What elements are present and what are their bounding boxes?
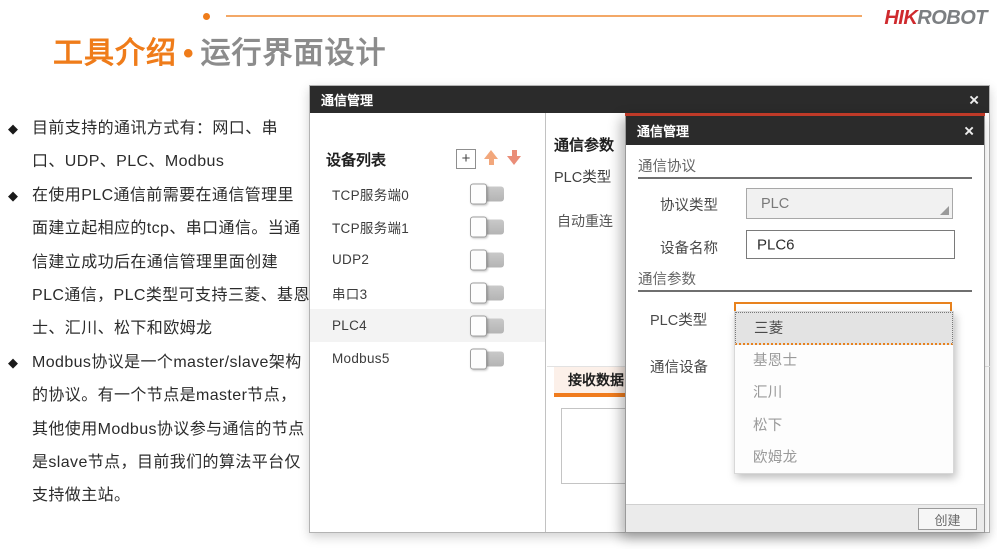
protocol-type-dropdown[interactable]: PLC [746, 188, 953, 219]
bullet-diamond-icon: ◆ [8, 112, 32, 179]
dropdown-option[interactable]: 欧姆龙 [735, 442, 953, 475]
device-label: UDP2 [310, 252, 369, 267]
move-up-icon[interactable] [483, 150, 499, 168]
device-name-label: 设备名称 [660, 237, 718, 258]
toggle-switch[interactable] [470, 250, 505, 269]
bullet-item: ◆ 在使用PLC通信前需要在通信管理里面建立起相应的tcp、串口通信。当通信建立… [8, 179, 310, 346]
device-row[interactable]: PLC4 [310, 309, 545, 342]
page-title-primary: 工具介绍 [53, 37, 177, 70]
dialog-footer: 创建 [626, 504, 984, 532]
toggle-switch[interactable] [470, 316, 505, 335]
device-name-input[interactable]: PLC6 [746, 230, 955, 259]
device-row[interactable]: Modbus5 [310, 342, 545, 375]
bullet-item: ◆ Modbus协议是一个master/slave架构的协议。有一个节点是mas… [8, 346, 310, 513]
close-icon[interactable]: × [969, 91, 979, 108]
toggle-switch[interactable] [470, 349, 505, 368]
move-down-icon[interactable] [506, 150, 522, 168]
decorative-line [226, 15, 862, 17]
page-title-secondary: 运行界面设计 [201, 37, 387, 70]
close-icon[interactable]: × [964, 122, 974, 139]
create-button[interactable]: 创建 [918, 508, 977, 530]
dropdown-corner-icon [940, 206, 949, 215]
device-label: TCP服务端1 [310, 217, 409, 237]
dropdown-option[interactable]: 松下 [735, 410, 953, 443]
device-row[interactable]: UDP2 [310, 243, 545, 276]
device-row[interactable]: 串口3 [310, 276, 545, 309]
dropdown-option[interactable]: 基恩士 [735, 345, 953, 378]
section-divider [638, 290, 972, 292]
dialog-title: 通信管理 [310, 90, 373, 109]
comm-device-label: 通信设备 [650, 356, 708, 377]
hikrobot-logo: HIKROBOT [884, 7, 987, 30]
device-label: PLC4 [310, 318, 367, 333]
device-name-value: PLC6 [757, 236, 795, 253]
bullet-item: ◆ 目前支持的通讯方式有：网口、串口、UDP、PLC、Modbus [8, 112, 310, 179]
params-section-header: 通信参数 [638, 268, 696, 289]
toggle-knob [470, 282, 487, 303]
toggle-knob [470, 249, 487, 270]
plc-type-label: PLC类型 [650, 309, 707, 330]
device-list-panel: 设备列表 + TCP服务端0 TCP服务端1 [310, 113, 546, 532]
section-divider [638, 177, 972, 179]
page-title: 工具介绍•运行界面设计 [53, 28, 387, 72]
toggle-knob [470, 183, 487, 204]
device-rows: TCP服务端0 TCP服务端1 [310, 177, 545, 375]
toggle-knob [470, 348, 487, 369]
title-bullet-icon: • [183, 37, 195, 70]
plc-type-label: PLC类型 [554, 166, 611, 187]
protocol-section-header: 通信协议 [638, 155, 696, 176]
bullet-text: Modbus协议是一个master/slave架构的协议。有一个节点是maste… [32, 346, 310, 513]
bullet-text: 在使用PLC通信前需要在通信管理里面建立起相应的tcp、串口通信。当通信建立成功… [32, 179, 310, 346]
toggle-knob [470, 216, 487, 237]
toggle-switch[interactable] [470, 283, 505, 302]
device-label: 串口3 [310, 283, 367, 303]
dropdown-option[interactable]: 汇川 [735, 377, 953, 410]
bullet-diamond-icon: ◆ [8, 346, 32, 513]
decorative-dot [203, 13, 210, 20]
comm-params-header: 通信参数 [554, 134, 614, 155]
tab-label: 接收数据 [568, 370, 624, 390]
plc-type-dropdown-list: 三菱 基恩士 汇川 松下 欧姆龙 [734, 311, 954, 474]
toggle-knob [470, 315, 487, 336]
logo-robot: ROBOT [917, 7, 987, 29]
logo-hik: HIK [884, 7, 917, 29]
bullet-text: 目前支持的通讯方式有：网口、串口、UDP、PLC、Modbus [32, 112, 310, 179]
device-row[interactable]: TCP服务端0 [310, 177, 545, 210]
protocol-type-value: PLC [761, 196, 789, 212]
toggle-switch[interactable] [470, 217, 505, 236]
device-list-header: 设备列表 [326, 149, 386, 170]
protocol-type-label: 协议类型 [660, 194, 718, 215]
add-device-button[interactable]: + [456, 149, 476, 169]
bullet-list: ◆ 目前支持的通讯方式有：网口、串口、UDP、PLC、Modbus ◆ 在使用P… [8, 112, 310, 513]
auto-reconnect-label: 自动重连 [557, 211, 613, 231]
device-label: TCP服务端0 [310, 184, 409, 204]
dialog-title: 通信管理 [626, 121, 689, 140]
toggle-switch[interactable] [470, 184, 505, 203]
slide: HIKROBOT 工具介绍•运行界面设计 ◆ 目前支持的通讯方式有：网口、串口、… [0, 0, 997, 549]
device-row[interactable]: TCP服务端1 [310, 210, 545, 243]
dropdown-option[interactable]: 三菱 [735, 312, 953, 345]
bullet-diamond-icon: ◆ [8, 179, 32, 346]
dialog-titlebar[interactable]: 通信管理 × [626, 116, 984, 145]
create-communication-dialog: 通信管理 × 通信协议 协议类型 PLC 设备名称 PLC6 通信参数 PLC类… [625, 113, 985, 533]
dialog-titlebar[interactable]: 通信管理 × [310, 86, 989, 113]
device-label: Modbus5 [310, 351, 390, 366]
